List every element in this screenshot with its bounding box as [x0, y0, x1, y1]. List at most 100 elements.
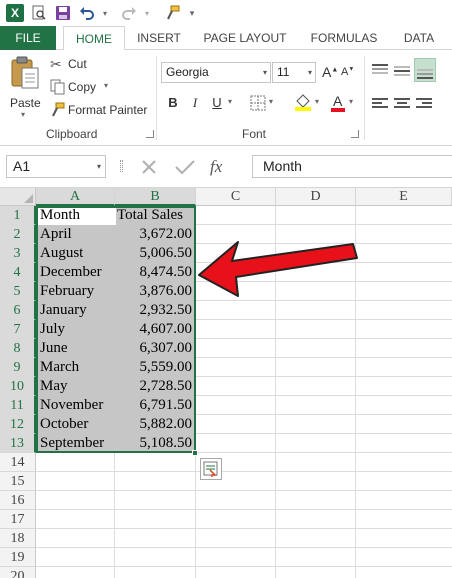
- align-left-button[interactable]: [372, 96, 388, 110]
- row-header-9[interactable]: 9: [0, 358, 36, 377]
- cell-month[interactable]: November: [40, 396, 114, 415]
- row-header-12[interactable]: 12: [0, 415, 36, 434]
- column-header-e[interactable]: E: [356, 188, 452, 206]
- format-painter-button[interactable]: Format Painter: [48, 102, 158, 120]
- cell-total-sales[interactable]: 5,006.50: [117, 244, 193, 263]
- cell-month[interactable]: September: [40, 434, 114, 453]
- row-header-1[interactable]: 1: [0, 206, 36, 225]
- row-header-17[interactable]: 17: [0, 510, 36, 529]
- cell-total-sales[interactable]: 6,791.50: [117, 396, 193, 415]
- cell-total-sales[interactable]: 5,882.00: [117, 415, 193, 434]
- formula-input[interactable]: Month: [252, 155, 452, 178]
- column-header-b[interactable]: B: [115, 188, 196, 206]
- paste-button[interactable]: Paste ▾: [6, 56, 44, 122]
- cell-month[interactable]: April: [40, 225, 114, 244]
- cell-month[interactable]: June: [40, 339, 114, 358]
- fill-handle[interactable]: [192, 450, 198, 456]
- row-header-18[interactable]: 18: [0, 529, 36, 548]
- font-dialog-launcher-icon[interactable]: [351, 130, 359, 138]
- underline-button[interactable]: U: [208, 94, 226, 112]
- font-size-combo[interactable]: 11 ▾: [272, 62, 316, 83]
- grow-font-button[interactable]: A▲: [322, 64, 338, 80]
- clipboard-dialog-launcher-icon[interactable]: [146, 130, 154, 138]
- cell-month[interactable]: March: [40, 358, 114, 377]
- row-header-3[interactable]: 3: [0, 244, 36, 263]
- bold-button[interactable]: B: [164, 94, 182, 112]
- row-header-14[interactable]: 14: [0, 453, 36, 472]
- cell-month[interactable]: February: [40, 282, 114, 301]
- cell-total-sales[interactable]: 4,607.00: [117, 320, 193, 339]
- align-right-button[interactable]: [416, 96, 432, 110]
- print-preview-icon[interactable]: [28, 2, 50, 24]
- select-all-corner[interactable]: [0, 188, 36, 206]
- quick-analysis-button[interactable]: [200, 458, 222, 480]
- cell-total-sales[interactable]: 6,307.00: [117, 339, 193, 358]
- undo-icon[interactable]: [76, 2, 98, 24]
- shrink-font-button[interactable]: A▼: [341, 66, 354, 78]
- cell-total-sales[interactable]: 8,474.50: [117, 263, 193, 282]
- bottom-align-button[interactable]: [414, 58, 436, 82]
- column-header-d[interactable]: D: [276, 188, 356, 206]
- underline-dropdown-chevron-icon[interactable]: ▾: [228, 97, 232, 106]
- format-painter-qat-icon[interactable]: [162, 2, 184, 24]
- row-header-10[interactable]: 10: [0, 377, 36, 396]
- cell-month[interactable]: May: [40, 377, 114, 396]
- tab-home[interactable]: HOME: [63, 26, 125, 51]
- tab-data[interactable]: DATA: [394, 26, 444, 50]
- cut-button[interactable]: ✂ Cut: [48, 56, 158, 74]
- cell-month[interactable]: December: [40, 263, 114, 282]
- borders-button[interactable]: ▾: [250, 95, 278, 113]
- grow-font-label: A: [322, 64, 332, 80]
- fill-color-button[interactable]: ▾: [294, 93, 324, 113]
- insert-function-fx-icon[interactable]: fx: [210, 157, 222, 177]
- cell-month[interactable]: August: [40, 244, 114, 263]
- cell-month[interactable]: October: [40, 415, 114, 434]
- enter-check-icon[interactable]: [172, 157, 198, 177]
- copy-button[interactable]: Copy ▾: [48, 79, 158, 97]
- redo-icon[interactable]: [118, 2, 140, 24]
- cell-total-sales[interactable]: 3,876.00: [117, 282, 193, 301]
- tab-page-layout[interactable]: PAGE LAYOUT: [196, 26, 294, 50]
- tab-file[interactable]: FILE: [0, 26, 56, 50]
- cell-total-sales[interactable]: Total Sales: [117, 206, 192, 225]
- customize-qat-icon[interactable]: ▾: [186, 2, 198, 24]
- row-header-6[interactable]: 6: [0, 301, 36, 320]
- row-header-2[interactable]: 2: [0, 225, 36, 244]
- row-header-19[interactable]: 19: [0, 548, 36, 567]
- cell-total-sales[interactable]: 2,932.50: [117, 301, 193, 320]
- tab-formulas[interactable]: FORMULAS: [304, 26, 384, 50]
- row-header-5[interactable]: 5: [0, 282, 36, 301]
- cell-month[interactable]: Month: [40, 206, 114, 225]
- cell-total-sales[interactable]: 2,728.50: [117, 377, 193, 396]
- row-header-4[interactable]: 4: [0, 263, 36, 282]
- column-header-a[interactable]: A: [36, 188, 115, 206]
- font-color-button[interactable]: A ▾: [330, 93, 360, 113]
- row-header-13[interactable]: 13: [0, 434, 36, 453]
- save-icon[interactable]: [52, 2, 74, 24]
- cell-month[interactable]: January: [40, 301, 114, 320]
- italic-button[interactable]: I: [186, 94, 204, 112]
- worksheet-grid[interactable]: ABCDE 1 2 3 4 5 6 7 8 9 10 11 12 13 14 15 16 17 18 19 20 Mo…: [0, 188, 452, 578]
- tab-insert[interactable]: INSERT: [132, 26, 186, 50]
- formula-bar-resize-handle[interactable]: [120, 160, 123, 172]
- row-header-16[interactable]: 16: [0, 491, 36, 510]
- middle-align-button[interactable]: [394, 64, 410, 78]
- cell-month[interactable]: July: [40, 320, 114, 339]
- column-header-c[interactable]: C: [196, 188, 276, 206]
- copy-label: Copy: [68, 80, 97, 94]
- undo-dropdown-chevron-icon[interactable]: ▾: [100, 2, 110, 24]
- row-header-20[interactable]: 20: [0, 567, 36, 578]
- redo-dropdown-chevron-icon[interactable]: ▾: [142, 2, 152, 24]
- cell-total-sales[interactable]: 5,559.00: [117, 358, 193, 377]
- row-header-15[interactable]: 15: [0, 472, 36, 491]
- align-center-button[interactable]: [394, 96, 410, 110]
- font-name-combo[interactable]: Georgia ▾: [161, 62, 271, 83]
- row-header-8[interactable]: 8: [0, 339, 36, 358]
- cell-total-sales[interactable]: 5,108.50: [117, 434, 193, 453]
- name-box[interactable]: A1 ▾: [6, 155, 106, 178]
- row-header-7[interactable]: 7: [0, 320, 36, 339]
- cell-total-sales[interactable]: 3,672.00: [117, 225, 193, 244]
- row-header-11[interactable]: 11: [0, 396, 36, 415]
- top-align-button[interactable]: [372, 62, 388, 76]
- cancel-icon[interactable]: [138, 157, 160, 177]
